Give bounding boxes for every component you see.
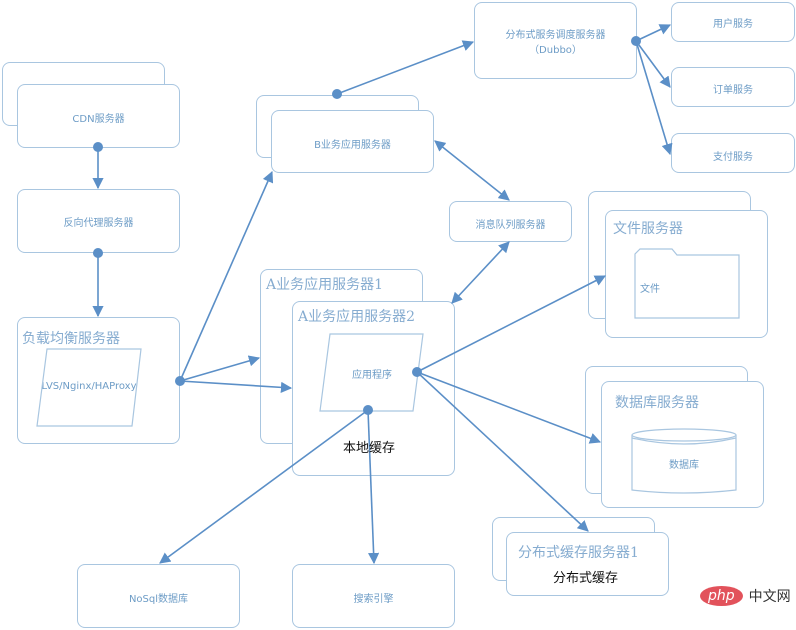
mq-server-label: 消息队列服务器: [475, 220, 546, 231]
dubbo-label-2: （Dubbo）: [529, 45, 582, 56]
cdn-server-label: CDN服务器: [72, 114, 125, 125]
search-engine-label: 搜索引擎: [353, 594, 394, 605]
b-app-server-label: B业务应用服务器: [314, 140, 391, 151]
arrow-lb-to-b-app: [179, 170, 274, 382]
watermark-suffix: 中文网: [748, 589, 791, 605]
watermark-brand: php: [700, 586, 743, 606]
load-balancer-inner-label: LVS/Nginx/HAProxy: [41, 381, 137, 392]
nosql-db-label: NoSql数据库: [128, 594, 189, 605]
app-program-label: 应用程序: [352, 370, 392, 381]
reverse-proxy-label: 反向代理服务器: [63, 218, 134, 229]
db-server-label: 数据库服务器: [615, 395, 699, 411]
a-app-server-1-label: A业务应用服务器1: [266, 277, 384, 293]
order-service-label: 订单服务: [713, 85, 753, 96]
local-cache-label: 本地缓存: [343, 441, 396, 456]
arrow-mq-a-app: [451, 241, 510, 304]
load-balancer-label: 负载均衡服务器: [22, 331, 120, 347]
dubbo-label-1: 分布式服务调度服务器: [505, 30, 606, 41]
arrow-dubbo-to-order: [635, 40, 671, 88]
arrow-b-app-to-dubbo: [336, 40, 475, 95]
cache-inner-label: 分布式缓存: [553, 571, 619, 586]
a-app-server-2-label: A业务应用服务器2: [298, 309, 416, 325]
file-server-label: 文件服务器: [613, 221, 683, 237]
user-service-label: 用户服务: [713, 19, 753, 30]
arrow-lb-to-a-app1: [179, 355, 261, 382]
db-inner-label: 数据库: [669, 460, 699, 471]
cache-server-label: 分布式缓存服务器1: [518, 545, 639, 561]
arrow-dubbo-to-user: [635, 24, 672, 42]
pay-service-label: 支付服务: [713, 152, 753, 163]
file-inner-label: 文件: [640, 284, 660, 295]
watermark: php 中文网: [700, 586, 791, 606]
arrow-b-app-mq: [434, 140, 510, 201]
arrow-dubbo-to-pay: [635, 40, 673, 156]
